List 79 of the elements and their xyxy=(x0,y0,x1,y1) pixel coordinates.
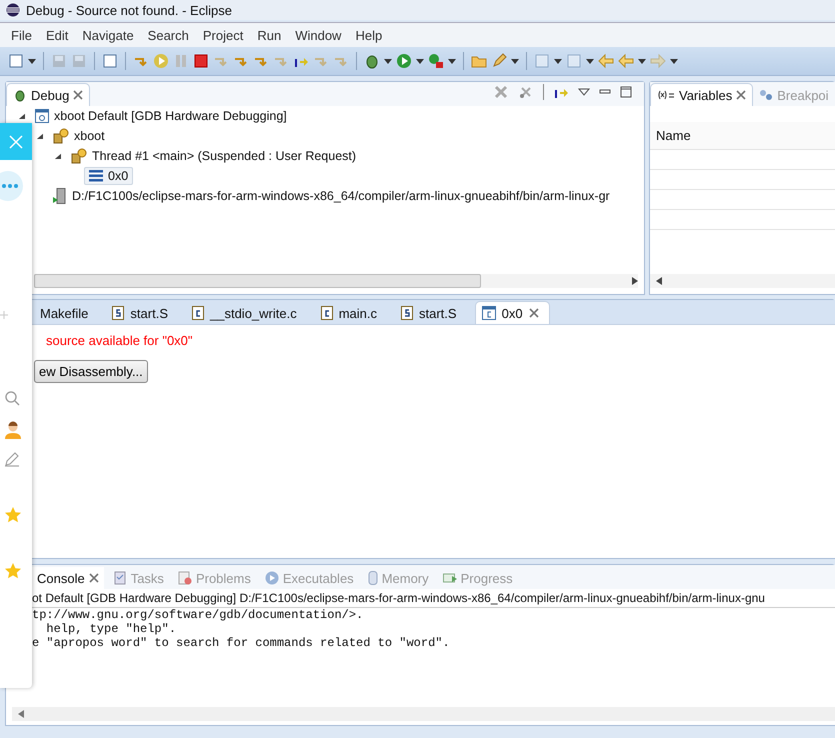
close-icon[interactable] xyxy=(73,90,84,100)
console-line: e "apropos word" to search for commands related to "word". xyxy=(32,636,451,650)
menu-item[interactable]: Help xyxy=(348,28,390,42)
memory-icon xyxy=(368,571,378,585)
horizontal-scrollbar[interactable] xyxy=(650,274,835,288)
expand-arrow-icon[interactable] xyxy=(18,113,25,119)
column-header[interactable]: Name xyxy=(656,128,691,143)
menu-item[interactable]: Run xyxy=(250,28,288,42)
more-icon[interactable] xyxy=(0,171,26,201)
launch-config-icon xyxy=(35,109,49,123)
editor-tab[interactable]: 0x0 xyxy=(474,301,550,324)
menu-item[interactable]: File xyxy=(4,28,39,42)
editor-tab[interactable]: start.S xyxy=(395,302,467,324)
close-icon[interactable] xyxy=(528,308,539,318)
breakpoints-icon xyxy=(759,89,774,101)
external-tools-icon[interactable] xyxy=(428,53,444,69)
eclipse-logo-icon xyxy=(6,3,20,17)
error-message: source available for "0x0" xyxy=(46,333,193,348)
stop-icon[interactable] xyxy=(193,53,209,69)
tree-item[interactable]: Thread #1 <main> (Suspended : User Request) xyxy=(66,146,362,166)
c-file-icon xyxy=(192,306,204,320)
view-disassembly-button[interactable]: ew Disassembly... xyxy=(34,360,148,383)
caret-icon[interactable] xyxy=(384,58,392,64)
progress-icon xyxy=(442,572,457,584)
executable-icon xyxy=(53,188,67,204)
play-icon xyxy=(264,571,279,585)
search-icon[interactable] xyxy=(4,390,20,406)
view-tab[interactable]: Console xyxy=(32,567,104,589)
pencil-icon[interactable] xyxy=(4,451,20,467)
menu-item[interactable]: Window xyxy=(288,28,348,42)
remove-icon[interactable] xyxy=(493,84,509,100)
stack-frame-icon xyxy=(89,170,103,182)
expand-arrow-icon[interactable] xyxy=(54,153,61,159)
variables-icon xyxy=(657,90,675,100)
caret-icon[interactable] xyxy=(586,58,594,64)
caret-icon[interactable] xyxy=(511,58,519,64)
horizontal-scrollbar[interactable] xyxy=(12,707,835,721)
view-menu-icon[interactable] xyxy=(578,88,590,96)
menu-item[interactable]: Search xyxy=(140,28,196,42)
scroll-left-icon[interactable] xyxy=(18,710,24,718)
tree-item[interactable]: 0x0 xyxy=(84,167,134,185)
close-icon[interactable] xyxy=(736,90,746,100)
expand-arrow-icon[interactable] xyxy=(36,133,43,139)
problems-icon xyxy=(178,571,192,585)
view-tab[interactable]: Variables xyxy=(650,83,754,106)
c-file-icon xyxy=(320,306,333,320)
s-file-icon xyxy=(401,306,414,320)
horizontal-scrollbar[interactable] xyxy=(34,274,638,288)
clipboard-icon xyxy=(112,571,127,585)
scroll-left-icon[interactable] xyxy=(656,277,662,285)
caret-icon[interactable] xyxy=(416,58,424,64)
maximize-icon[interactable] xyxy=(620,86,632,98)
caret-icon[interactable] xyxy=(670,58,678,64)
menu-item[interactable]: Project xyxy=(196,28,250,42)
menu-item[interactable]: Navigate xyxy=(75,28,141,42)
console-line: help, type "help". xyxy=(45,622,178,636)
editor-tab[interactable]: Makefile xyxy=(34,302,98,324)
menu-item[interactable]: Edit xyxy=(38,28,76,42)
tree-item[interactable]: xboot Default [GDB Hardware Debugging] xyxy=(30,107,292,125)
tree-item[interactable]: xboot xyxy=(48,126,110,146)
window-title: Debug - Source not found. - Eclipse xyxy=(26,2,232,18)
caret-icon[interactable] xyxy=(448,58,456,64)
s-file-icon xyxy=(112,306,124,320)
close-icon[interactable] xyxy=(88,573,99,583)
caret-icon[interactable] xyxy=(638,58,646,64)
star-icon[interactable] xyxy=(4,562,22,580)
launch-config-icon xyxy=(482,306,496,320)
console-line: tp://www.gnu.org/software/gdb/documentation/>. xyxy=(32,608,364,622)
scroll-right-icon[interactable] xyxy=(632,277,638,285)
caret-icon[interactable] xyxy=(554,58,562,64)
view-tab[interactable]: Debug xyxy=(6,83,90,106)
star-icon[interactable] xyxy=(4,506,22,524)
caret-icon[interactable] xyxy=(28,58,36,64)
editor-tab[interactable]: main.c xyxy=(314,302,388,324)
editor-tab[interactable]: __stdio_write.c xyxy=(186,302,307,324)
person-icon[interactable] xyxy=(4,421,22,439)
tree-item[interactable]: D:/F1C100s/eclipse-mars-for-arm-windows-x86_64/compiler/arm-linux-gnueabihf/bin/arm-linux-gr xyxy=(48,186,615,206)
run-icon[interactable] xyxy=(396,53,412,69)
editor-tab[interactable]: start.S xyxy=(106,302,178,324)
